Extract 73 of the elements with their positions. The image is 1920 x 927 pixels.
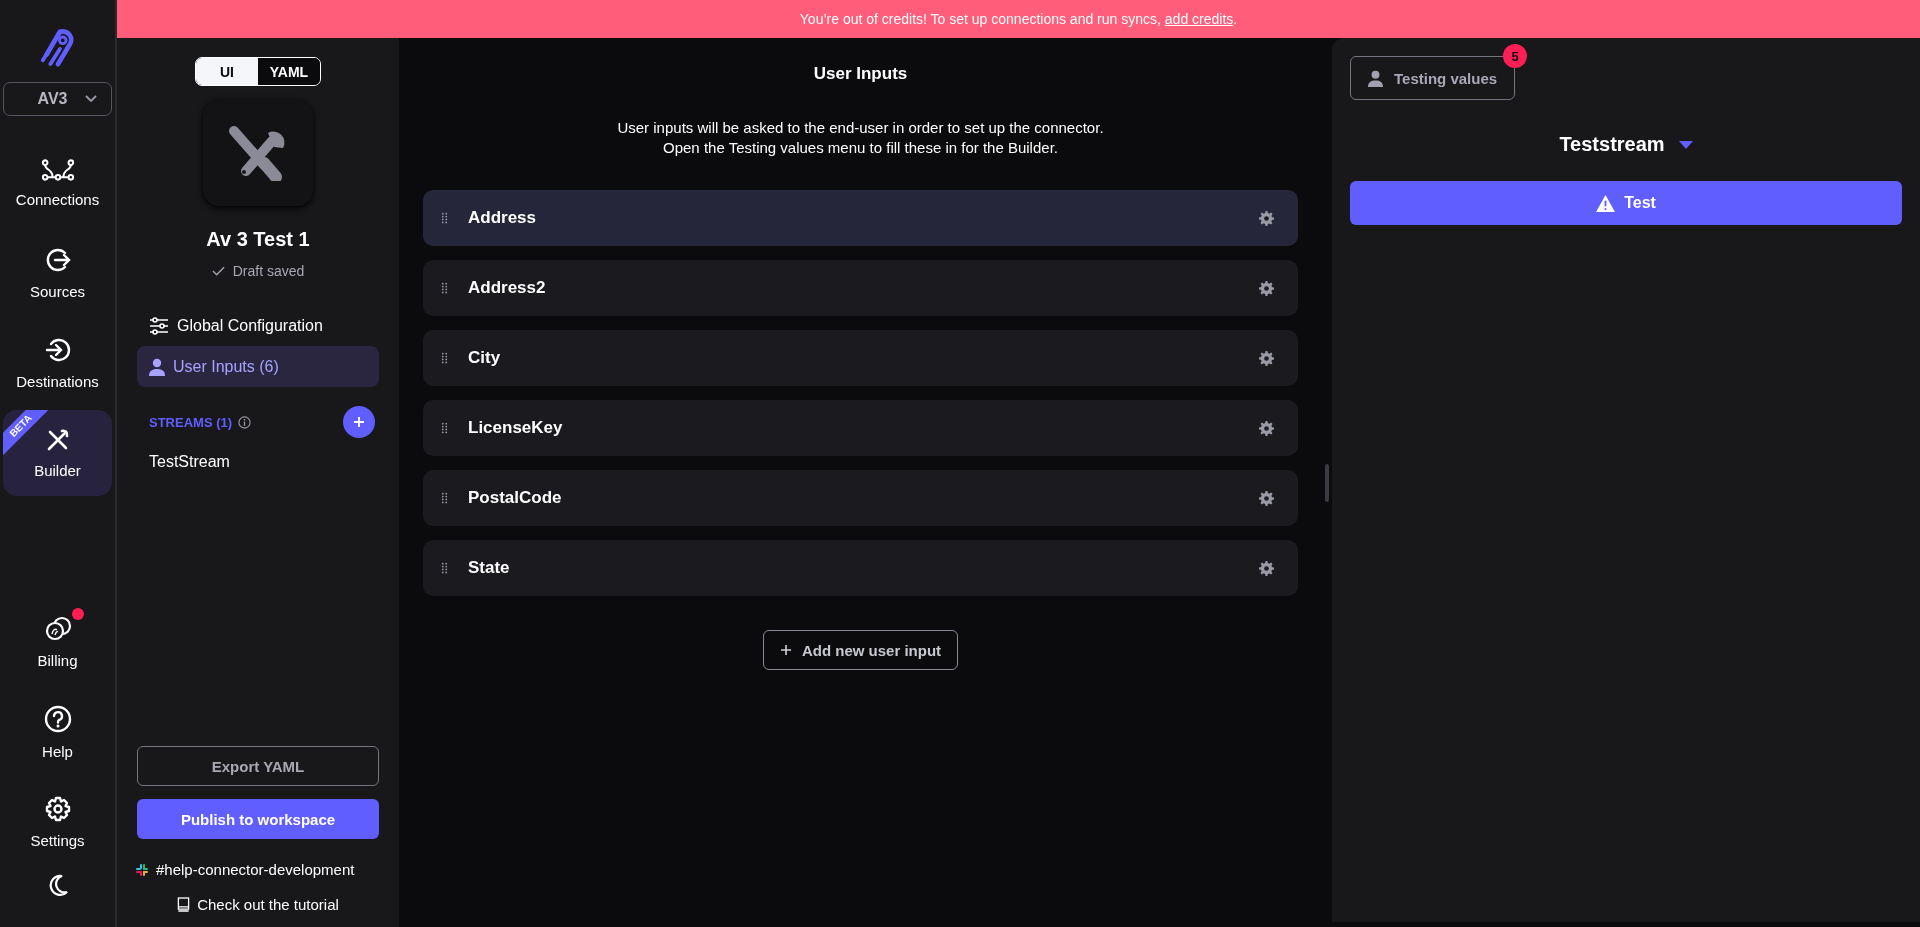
description-text: User inputs will be asked to the end-user in order to set up the connector.	[616, 118, 1105, 138]
settings-icon[interactable]	[1259, 560, 1274, 576]
export-yaml-button[interactable]: Export YAML	[137, 746, 379, 786]
user-icon	[149, 357, 165, 376]
enter-arrow-icon	[44, 336, 71, 363]
caret-down-icon	[1678, 140, 1693, 149]
book-icon	[177, 897, 191, 912]
drag-handle-icon[interactable]	[441, 351, 448, 365]
user-input-row[interactable]: PostalCode	[423, 470, 1298, 526]
info-icon[interactable]	[238, 415, 252, 429]
settings-icon[interactable]	[1259, 210, 1274, 226]
user-input-row[interactable]: State	[423, 540, 1298, 596]
user-input-name: State	[468, 558, 510, 578]
user-icon	[1368, 69, 1383, 87]
streams-heading: STREAMS (1)	[149, 414, 233, 430]
check-icon	[211, 266, 225, 276]
user-input-name: City	[468, 348, 501, 368]
user-input-row[interactable]: Address2	[423, 260, 1298, 316]
settings-icon[interactable]	[1259, 350, 1274, 366]
chevron-down-icon	[85, 95, 98, 103]
drag-handle-icon[interactable]	[441, 211, 448, 225]
plus-icon	[779, 644, 792, 656]
nav-item[interactable]: Help	[3, 689, 112, 775]
settings-icon[interactable]	[1259, 490, 1274, 506]
user-input-row[interactable]: City	[423, 330, 1298, 386]
nav-item[interactable]: Settings	[3, 779, 112, 865]
slack-channel-link[interactable]: #help-connector-development	[135, 861, 355, 878]
user-input-name: PostalCode	[468, 488, 562, 508]
drag-handle-icon[interactable]	[441, 491, 448, 505]
settings-icon[interactable]	[1259, 420, 1274, 436]
user-input-row[interactable]: LicenseKey	[423, 400, 1298, 456]
user-input-name: Address	[468, 208, 537, 228]
banner-message: You’re out of credits! To set up connections and run syncs, add credits.	[799, 11, 1238, 27]
add-stream-button[interactable]	[343, 406, 375, 438]
settings-icon[interactable]	[1259, 280, 1274, 296]
settings-icon	[44, 795, 71, 822]
drag-handle-icon[interactable]	[441, 281, 448, 295]
connector-name: Av 3 Test 1	[206, 228, 310, 251]
drag-handle-icon[interactable]	[441, 561, 448, 575]
tutorial-link[interactable]: Check out the tutorial	[177, 896, 339, 913]
add-user-input-button[interactable]: Add new user input	[762, 630, 959, 670]
sliders-icon	[149, 316, 169, 335]
coins-icon	[43, 615, 72, 642]
sidebar-item[interactable]: Global Configuration	[137, 305, 379, 346]
stream-dropdown[interactable]: Teststream	[1553, 132, 1699, 157]
nav-item[interactable]: Sources	[3, 230, 112, 316]
connections-icon	[40, 158, 75, 181]
nav-item[interactable]: Billing	[3, 599, 112, 685]
nav-item[interactable]: Connections	[3, 140, 112, 226]
sidebar-item[interactable]: User Inputs (6)	[137, 346, 379, 387]
nav-item[interactable]: Destinations	[3, 320, 112, 406]
tools-icon	[45, 427, 70, 452]
notification-dot	[71, 607, 84, 620]
warning-icon	[1596, 194, 1616, 212]
user-input-row[interactable]: Address	[423, 190, 1298, 246]
page-title: User Inputs	[812, 64, 909, 84]
resize-handle[interactable]	[1325, 463, 1329, 502]
help-icon	[43, 704, 72, 733]
hash-logo-icon	[135, 862, 149, 877]
user-input-name: Address2	[468, 278, 546, 298]
user-input-name: LicenseKey	[468, 418, 563, 438]
publish-button[interactable]: Publish to workspace	[137, 799, 379, 839]
mode-tab[interactable]: UI	[196, 58, 258, 85]
count-badge: 5	[1503, 44, 1528, 68]
drag-handle-icon[interactable]	[441, 421, 448, 435]
description-text: Open the Testing values menu to fill these in for the Builder.	[662, 138, 1059, 158]
stream-item[interactable]: TestStream	[137, 439, 379, 485]
mode-tab[interactable]: YAML	[258, 58, 320, 85]
plus-icon	[353, 416, 365, 428]
exit-arrow-icon	[44, 246, 71, 273]
test-button[interactable]: Test	[1350, 181, 1902, 225]
save-status: Draft saved	[232, 263, 305, 279]
workspace-select[interactable]: AV3	[3, 82, 112, 116]
